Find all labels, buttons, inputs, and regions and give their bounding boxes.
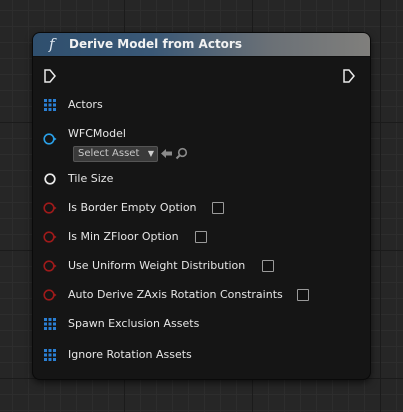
- exec-row: [33, 66, 370, 86]
- select-asset-value: Select Asset: [78, 148, 140, 159]
- use-selected-arrow-icon[interactable]: [160, 147, 173, 160]
- pin-row-actors: Actors: [33, 95, 370, 115]
- pin-label-actors: Actors: [68, 98, 103, 111]
- pin-label-ignore-rotation: Ignore Rotation Assets: [68, 348, 192, 361]
- pin-label-is-border-empty: Is Border Empty Option: [68, 201, 197, 214]
- pin-label-uniform-weight: Use Uniform Weight Distribution: [68, 259, 246, 272]
- derive-model-node[interactable]: f Derive Model from Actors Actors WFCMod…: [33, 33, 370, 379]
- auto-derive-zaxis-checkbox[interactable]: [297, 289, 309, 301]
- node-title: Derive Model from Actors: [69, 37, 242, 51]
- array-pin-icon[interactable]: [43, 348, 57, 362]
- uniform-weight-checkbox[interactable]: [262, 260, 274, 272]
- is-min-zfloor-checkbox[interactable]: [195, 231, 207, 243]
- pin-label-wfcmodel: WFCModel: [68, 127, 126, 140]
- bool-pin-icon[interactable]: [43, 230, 57, 244]
- pin-label-auto-derive-zaxis: Auto Derive ZAxis Rotation Constraints: [68, 288, 283, 301]
- pin-row-tile-size: Tile Size: [33, 169, 370, 189]
- node-header[interactable]: f Derive Model from Actors: [33, 33, 370, 57]
- pin-label-spawn-exclusion: Spawn Exclusion Assets: [68, 317, 200, 330]
- pin-row-is-min-zfloor: Is Min ZFloor Option: [33, 227, 370, 247]
- bool-pin-icon[interactable]: [43, 259, 57, 273]
- bool-pin-icon[interactable]: [43, 201, 57, 215]
- pin-row-uniform-weight: Use Uniform Weight Distribution: [33, 256, 370, 276]
- bool-pin-icon[interactable]: [43, 288, 57, 302]
- pin-label-tile-size: Tile Size: [68, 172, 114, 185]
- function-icon: f: [49, 35, 55, 53]
- exec-out-icon[interactable]: [342, 69, 356, 83]
- pin-row-ignore-rotation: Ignore Rotation Assets: [33, 345, 370, 365]
- pin-label-is-min-zfloor: Is Min ZFloor Option: [68, 230, 179, 243]
- exec-in-icon[interactable]: [43, 69, 57, 83]
- pin-row-spawn-exclusion: Spawn Exclusion Assets: [33, 314, 370, 334]
- pin-row-wfcmodel: WFCModel: [33, 124, 370, 146]
- pin-row-auto-derive-zaxis: Auto Derive ZAxis Rotation Constraints: [33, 285, 370, 305]
- object-pin-icon[interactable]: [43, 132, 57, 146]
- array-pin-icon[interactable]: [43, 98, 57, 112]
- chevron-down-icon: ▼: [147, 149, 154, 158]
- array-pin-icon[interactable]: [43, 317, 57, 331]
- select-asset-dropdown[interactable]: Select Asset ▼: [73, 146, 158, 162]
- is-border-empty-checkbox[interactable]: [212, 202, 224, 214]
- pin-row-is-border-empty: Is Border Empty Option: [33, 198, 370, 218]
- search-icon[interactable]: [175, 147, 188, 160]
- struct-pin-icon[interactable]: [43, 172, 57, 186]
